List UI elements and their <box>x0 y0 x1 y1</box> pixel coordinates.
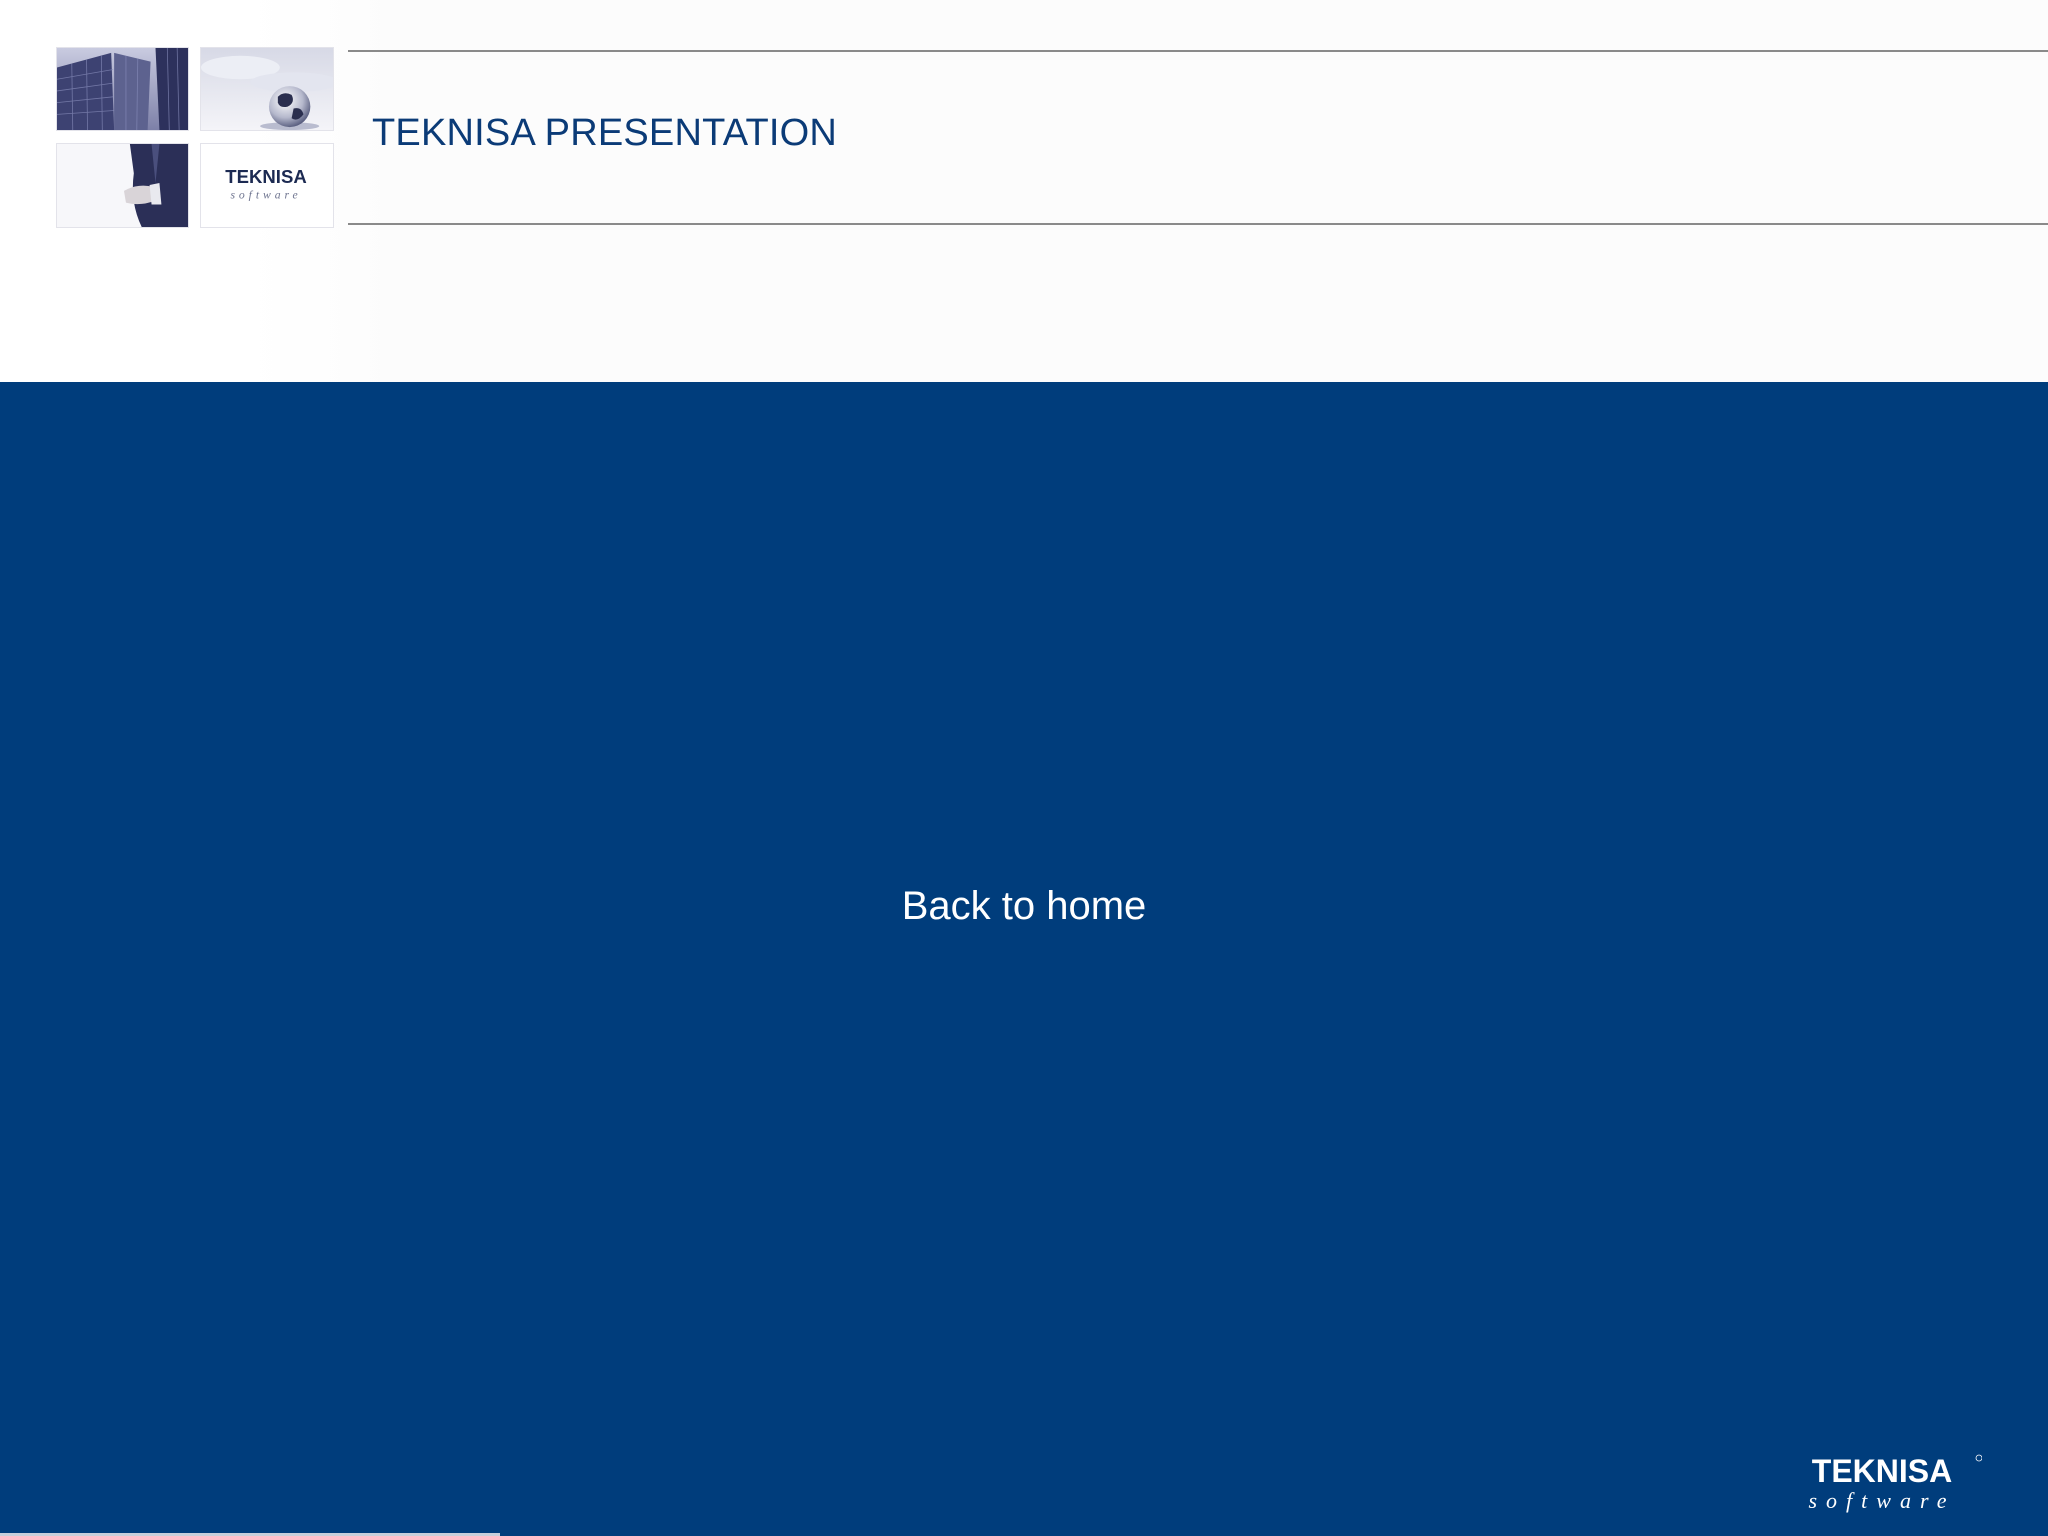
buildings-image <box>56 47 189 131</box>
svg-text:TEKNISA: TEKNISA <box>1812 1453 1952 1489</box>
back-to-home-link[interactable]: Back to home <box>0 884 2048 929</box>
header-top-rule <box>348 50 2048 52</box>
slide: TEKNISA software TEKNISA PRESENTATION Ba… <box>0 0 2048 1536</box>
page-title: TEKNISA PRESENTATION <box>372 112 838 154</box>
svg-text:software: software <box>1809 1488 1956 1513</box>
collage-brand-logo: TEKNISA software <box>200 143 334 228</box>
header-bottom-rule <box>348 223 2048 225</box>
globe-image <box>200 47 334 131</box>
back-to-home-label[interactable]: Back to home <box>902 884 1147 928</box>
logo-collage: TEKNISA software <box>56 47 334 228</box>
header: TEKNISA software TEKNISA PRESENTATION <box>0 0 2048 382</box>
content-panel <box>0 382 2048 1536</box>
svg-text:software: software <box>230 189 301 202</box>
svg-text:TEKNISA: TEKNISA <box>225 166 306 187</box>
footer-brand-logo: TEKNISA software <box>1782 1452 1982 1516</box>
handshake-image <box>56 143 189 228</box>
